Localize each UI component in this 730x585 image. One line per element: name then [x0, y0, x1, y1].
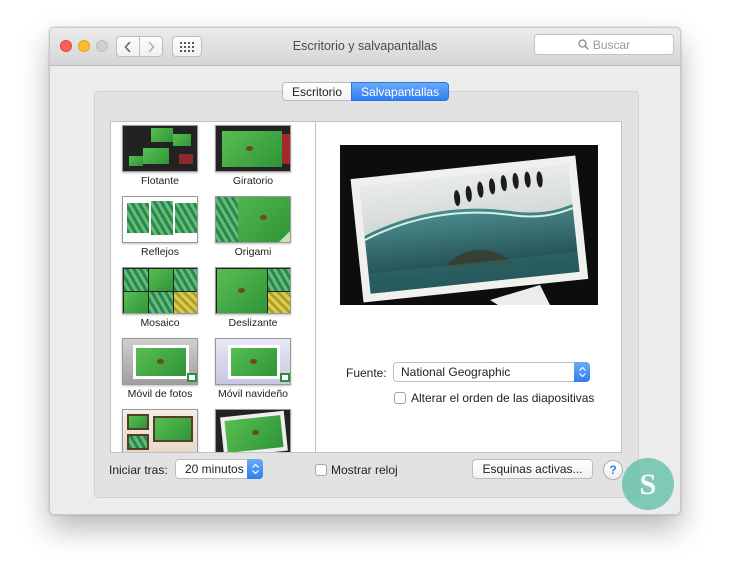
- movil-navideno-thumbnail: [215, 338, 291, 385]
- screensaver-label: Móvil de fotos: [127, 388, 193, 400]
- search-placeholder: Buscar: [592, 37, 631, 52]
- show-clock-checkbox[interactable]: [315, 464, 327, 476]
- chevron-down-icon: [578, 373, 586, 377]
- start-after-label: Iniciar tras:: [109, 463, 168, 477]
- watermark-logo-icon: S: [622, 458, 674, 510]
- svg-text:S: S: [640, 468, 657, 501]
- deslizante-thumbnail: [215, 267, 291, 314]
- vintage-thumbnail: [215, 409, 291, 452]
- mosaico-thumbnail: [122, 267, 198, 314]
- chevron-down-icon: [251, 470, 259, 474]
- screensaver-deslizante[interactable]: Deslizante: [214, 267, 292, 329]
- chevron-up-icon: [251, 464, 259, 468]
- search-icon: [578, 39, 589, 50]
- source-select-arrows[interactable]: [574, 362, 590, 382]
- screensaver-movil-de-fotos[interactable]: Móvil de fotos: [121, 338, 199, 400]
- start-after-arrows[interactable]: [247, 459, 263, 479]
- screensaver-giratorio[interactable]: Giratorio: [214, 125, 292, 187]
- tab-bar: Escritorio Salvapantallas: [282, 82, 450, 101]
- chevron-up-icon: [578, 367, 586, 371]
- screensaver-label: Reflejos: [141, 246, 179, 258]
- tab-salvapantallas[interactable]: Salvapantallas: [351, 82, 450, 101]
- shuffle-label: Alterar el orden de las diapositivas: [411, 391, 595, 405]
- tab-escritorio[interactable]: Escritorio: [282, 82, 352, 101]
- start-after-select[interactable]: 20 minutos: [175, 459, 263, 479]
- giratorio-thumbnail: [215, 125, 291, 172]
- flotante-thumbnail: [122, 125, 198, 172]
- screensaver-pared-de-fotos[interactable]: [121, 409, 199, 452]
- screensaver-origami[interactable]: Origami: [214, 196, 292, 258]
- screensaver-label: Giratorio: [232, 175, 274, 187]
- screensaver-list[interactable]: Flotante Giratorio Reflejos Origami Mosa…: [110, 121, 316, 453]
- source-select[interactable]: National Geographic: [393, 362, 590, 382]
- show-clock-label: Mostrar reloj: [331, 463, 398, 477]
- screensaver-label: Mosaico: [140, 317, 180, 329]
- search-field[interactable]: Buscar: [534, 34, 674, 55]
- start-after-value: 20 minutos: [185, 462, 244, 476]
- screensaver-label: Deslizante: [228, 317, 278, 329]
- reflejos-thumbnail: [122, 196, 198, 243]
- source-label: Fuente:: [346, 366, 387, 380]
- preferences-window: Escritorio y salvapantallas Buscar Escri…: [49, 27, 681, 515]
- screensaver-flotante[interactable]: Flotante: [121, 125, 199, 187]
- origami-thumbnail: [215, 196, 291, 243]
- screensaver-label: Flotante: [141, 175, 179, 187]
- screensaver-movil-navideno[interactable]: Móvil navideño: [214, 338, 292, 400]
- hot-corners-button[interactable]: Esquinas activas...: [472, 459, 593, 479]
- title-bar: Escritorio y salvapantallas Buscar: [50, 28, 680, 66]
- national-geographic-preview-image: [340, 145, 598, 305]
- pared-de-fotos-thumbnail: [122, 409, 198, 452]
- source-select-value: National Geographic: [401, 365, 511, 379]
- shuffle-checkbox[interactable]: [394, 392, 406, 404]
- screensaver-mosaico[interactable]: Mosaico: [121, 267, 199, 329]
- screensaver-label: Móvil navideño: [217, 388, 289, 400]
- screensaver-label: Origami: [234, 246, 272, 258]
- movil-de-fotos-thumbnail: [122, 338, 198, 385]
- screensaver-vintage[interactable]: [214, 409, 292, 452]
- screensaver-preview: [340, 145, 598, 305]
- screensaver-reflejos[interactable]: Reflejos: [121, 196, 199, 258]
